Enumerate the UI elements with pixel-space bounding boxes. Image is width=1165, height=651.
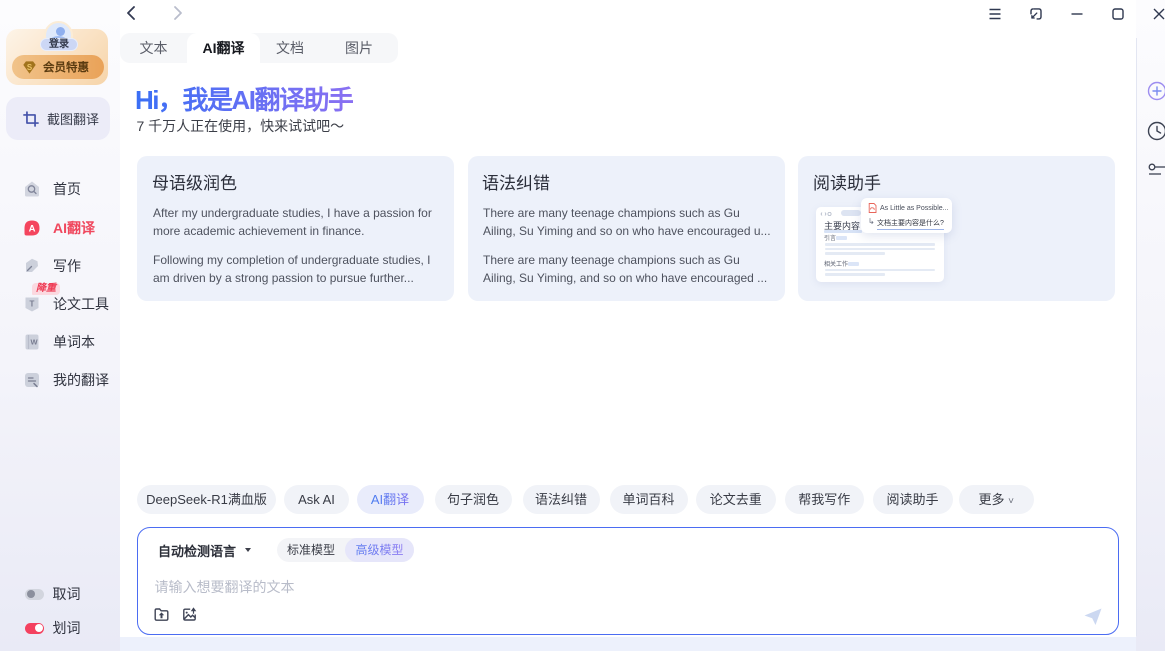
svg-text:S: S: [27, 62, 32, 71]
svg-text:W: W: [30, 338, 38, 347]
svg-text:T: T: [30, 300, 35, 309]
svg-text:A: A: [29, 224, 36, 235]
